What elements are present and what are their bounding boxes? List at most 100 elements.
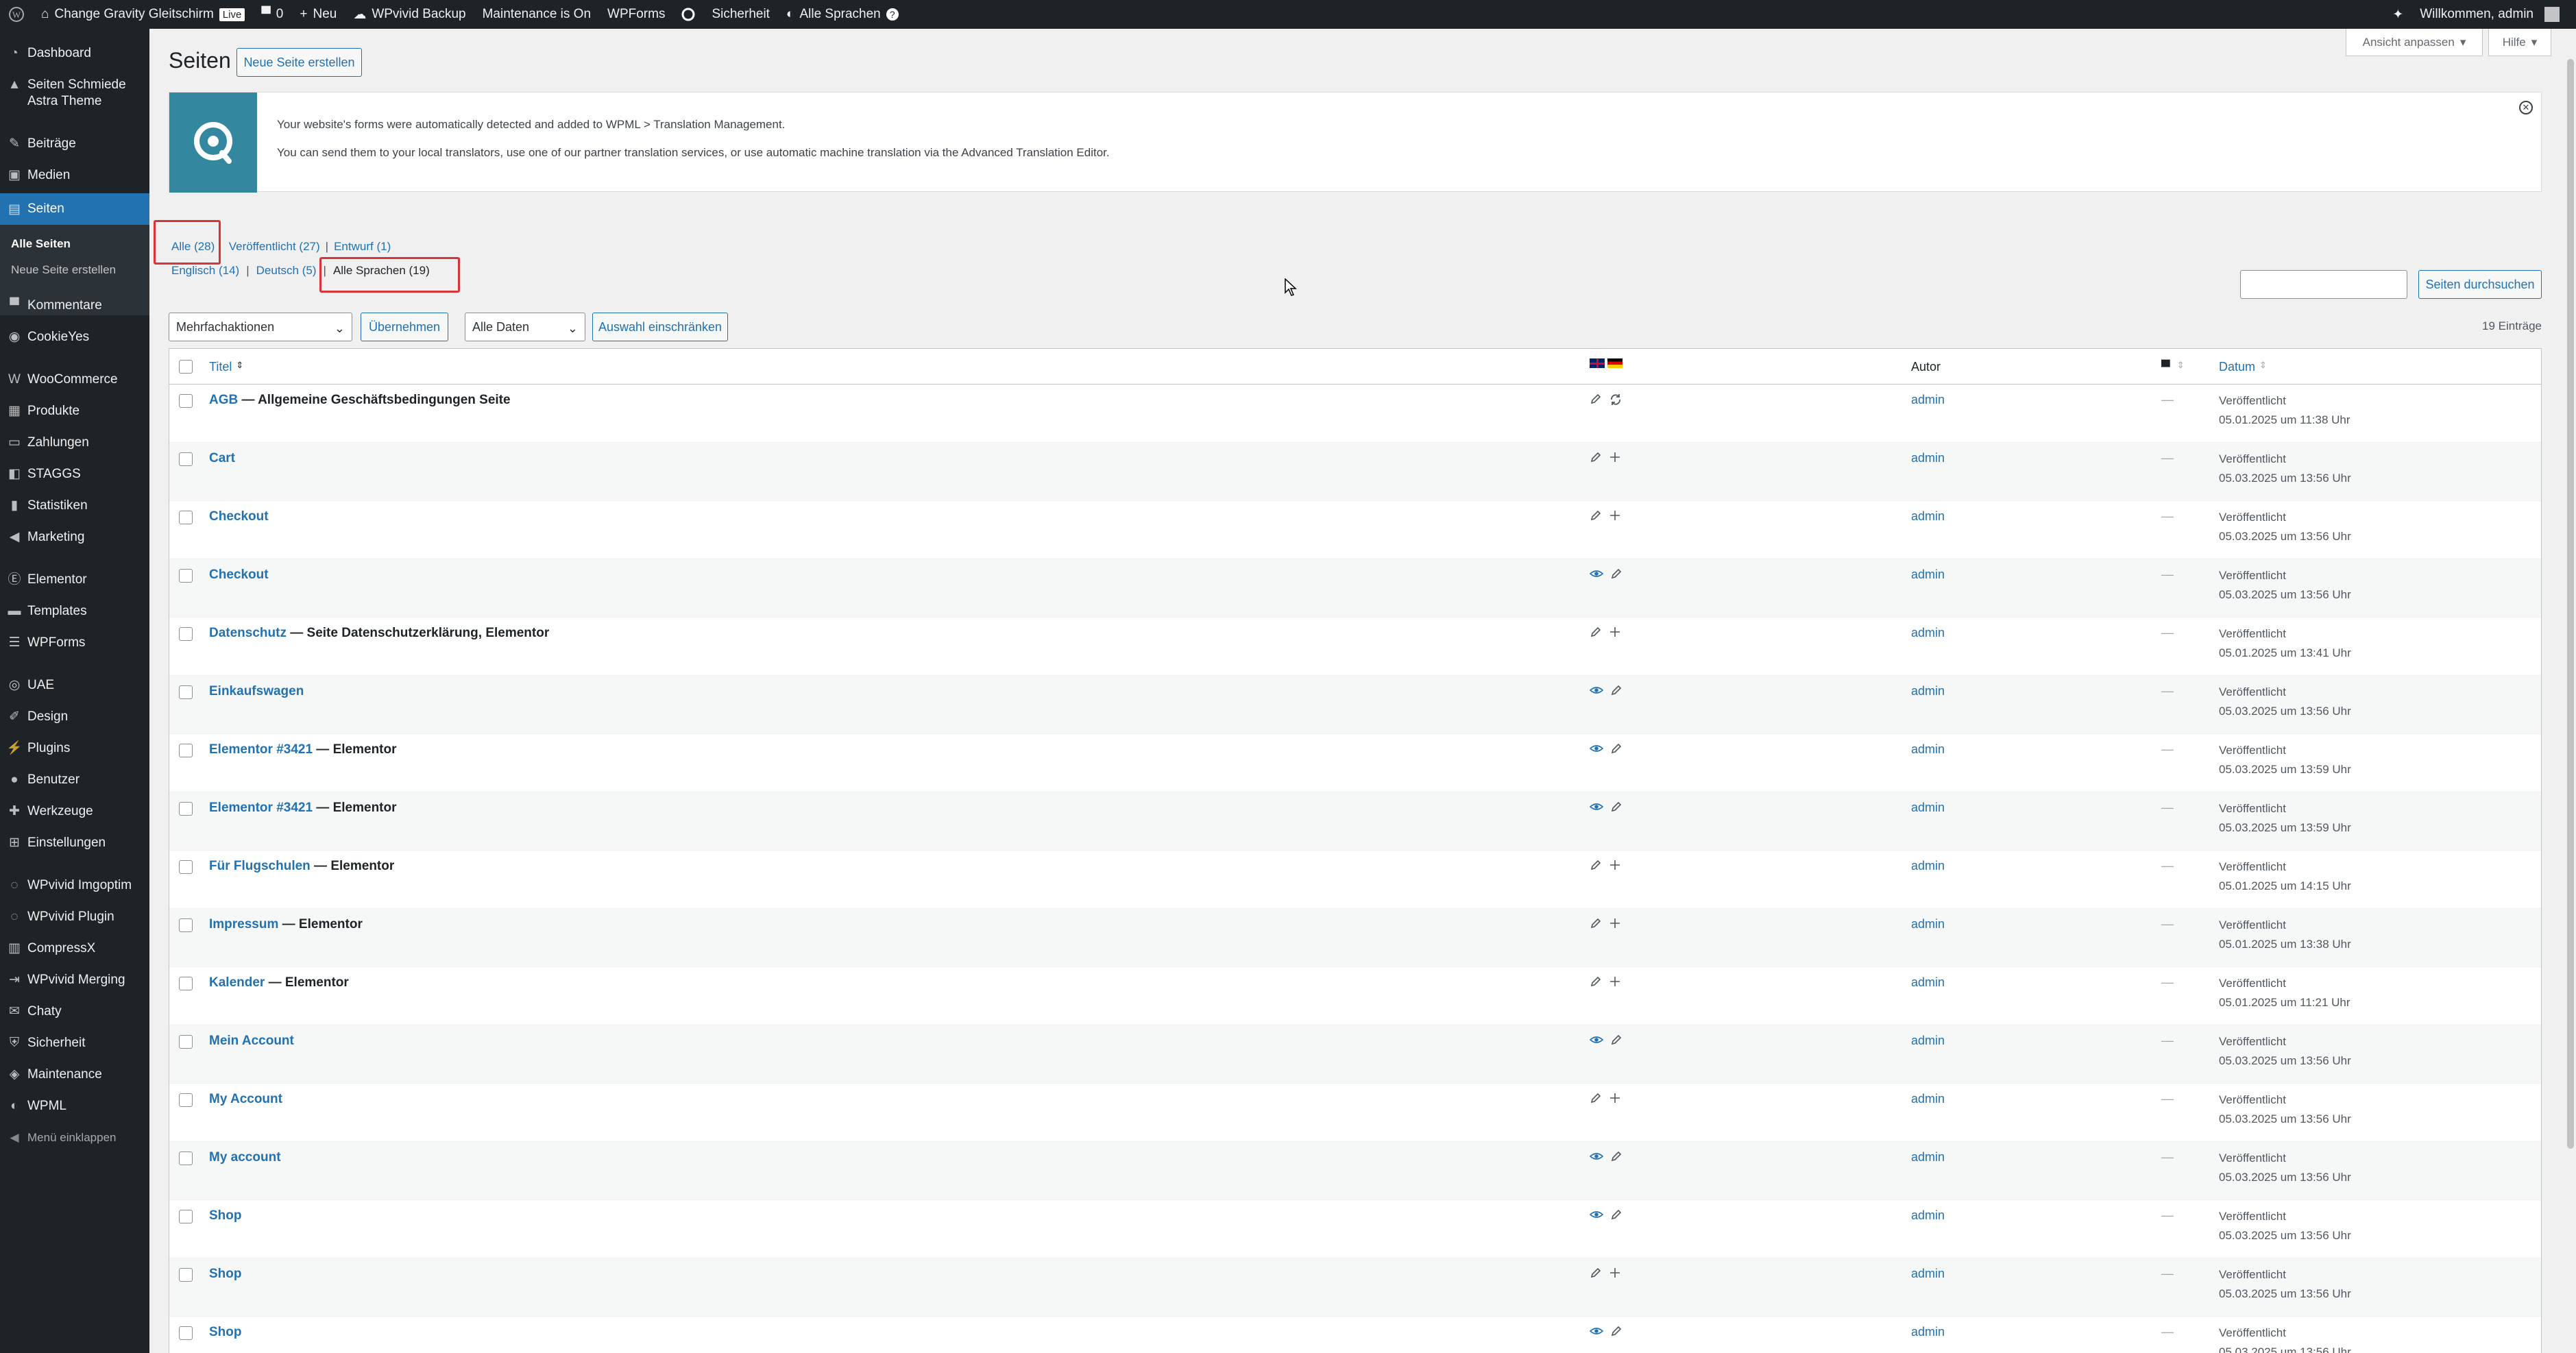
row-checkbox[interactable] xyxy=(179,569,193,583)
row-checkbox[interactable] xyxy=(179,977,193,990)
page-title-link[interactable]: My Account xyxy=(209,1092,282,1106)
page-title-link[interactable]: Einkaufswagen xyxy=(209,684,304,698)
author-link[interactable]: admin xyxy=(1911,1208,1945,1223)
eye-icon[interactable] xyxy=(1589,1325,1604,1341)
help-button[interactable]: Hilfe ▾ xyxy=(2488,29,2551,56)
row-checkbox[interactable] xyxy=(179,511,193,524)
pencil-icon[interactable] xyxy=(1610,742,1623,758)
sidebar-item-design[interactable]: ✐ Design xyxy=(0,709,149,725)
apply-bulk-button[interactable]: Übernehmen xyxy=(361,313,448,341)
sync-icon[interactable] xyxy=(1609,393,1623,410)
author-link[interactable]: admin xyxy=(1911,1325,1945,1339)
row-checkbox[interactable] xyxy=(179,860,193,874)
author-link[interactable]: admin xyxy=(1911,393,1945,407)
page-title-link[interactable]: Shop xyxy=(209,1325,242,1339)
plus-icon[interactable] xyxy=(1609,917,1621,933)
row-checkbox[interactable] xyxy=(179,685,193,699)
filter-german[interactable]: Deutsch (5) xyxy=(256,264,317,278)
plus-icon[interactable] xyxy=(1609,509,1621,525)
my-account-link[interactable]: Willkommen, admin xyxy=(2411,0,2568,29)
row-checkbox[interactable] xyxy=(179,1151,193,1165)
sidebar-item-dashboard[interactable]: ◔ Dashboard xyxy=(0,45,149,62)
sidebar-item-plugins[interactable]: ⚡ Plugins xyxy=(0,740,149,757)
search-input[interactable] xyxy=(2240,270,2407,299)
bulk-actions-select[interactable]: Mehrfachaktionen ⌄ xyxy=(169,313,352,341)
page-title-link[interactable]: Checkout xyxy=(209,568,269,582)
sidebar-item-security[interactable]: ⛨ Sicherheit xyxy=(0,1035,149,1051)
column-date-sort[interactable]: Datum ⇕ xyxy=(2219,360,2267,374)
wpforms-link[interactable]: WPForms xyxy=(599,0,673,29)
add-new-page-button[interactable]: Neue Seite erstellen xyxy=(236,48,362,77)
page-title-link[interactable]: Elementor #3421 xyxy=(209,742,313,757)
sidebar-item-wpml[interactable]: ◐ WPML xyxy=(0,1098,149,1114)
author-link[interactable]: admin xyxy=(1911,568,1945,582)
pencil-icon[interactable] xyxy=(1610,568,1623,583)
sidebar-item-settings[interactable]: ⊞ Einstellungen xyxy=(0,835,149,851)
pencil-icon[interactable] xyxy=(1590,1267,1602,1282)
wpvivid-backup-link[interactable]: ☁ WPvivid Backup xyxy=(345,0,474,29)
comments-link[interactable]: ▀ 0 xyxy=(253,0,291,29)
plus-icon[interactable] xyxy=(1609,859,1621,875)
scrollbar-thumb[interactable] xyxy=(2567,59,2574,1149)
wordpress-logo-icon[interactable]: W xyxy=(0,0,33,29)
page-title-link[interactable]: Elementor #3421 xyxy=(209,801,313,815)
row-checkbox[interactable] xyxy=(179,394,193,408)
page-title-link[interactable]: Datenschutz xyxy=(209,626,287,640)
author-link[interactable]: admin xyxy=(1911,1034,1945,1048)
wpml-logo-icon[interactable] xyxy=(673,0,703,29)
page-title-link[interactable]: AGB xyxy=(209,393,238,407)
author-link[interactable]: admin xyxy=(1911,626,1945,640)
page-title-link[interactable]: My account xyxy=(209,1150,281,1165)
sidebar-item-payments[interactable]: ▭ Zahlungen xyxy=(0,435,149,451)
eye-icon[interactable] xyxy=(1589,1034,1604,1049)
date-filter-select[interactable]: Alle Daten ⌄ xyxy=(465,313,585,341)
pencil-icon[interactable] xyxy=(1590,393,1602,410)
sidebar-item-pages[interactable]: ▤ Seiten xyxy=(0,193,149,225)
sidebar-item-uae[interactable]: ◎ UAE xyxy=(0,677,149,694)
sidebar-item-users[interactable]: ● Benutzer xyxy=(0,772,149,788)
plus-icon[interactable] xyxy=(1609,975,1621,991)
submenu-all-pages[interactable]: Alle Seiten xyxy=(0,237,82,251)
filter-button[interactable]: Auswahl einschränken xyxy=(592,313,728,341)
filter-english[interactable]: Englisch (14) xyxy=(171,264,239,278)
row-checkbox[interactable] xyxy=(179,1210,193,1223)
security-link[interactable]: Sicherheit xyxy=(703,0,778,29)
sidebar-item-wpforms[interactable]: ☰ WPForms xyxy=(0,635,149,651)
language-switcher[interactable]: ◐ Alle Sprachen ? xyxy=(778,0,907,29)
dismiss-notice-icon[interactable]: ✕ xyxy=(2519,101,2533,114)
sidebar-item-staggs[interactable]: ◧ STAGGS xyxy=(0,466,149,483)
pencil-icon[interactable] xyxy=(1590,1092,1602,1108)
page-title-link[interactable]: Für Flugschulen xyxy=(209,859,311,873)
page-title-link[interactable]: Impressum xyxy=(209,917,278,931)
row-checkbox[interactable] xyxy=(179,1268,193,1282)
pencil-icon[interactable] xyxy=(1590,975,1602,991)
pencil-icon[interactable] xyxy=(1590,626,1602,642)
eye-icon[interactable] xyxy=(1589,742,1604,758)
site-name-link[interactable]: ⌂ Change Gravity Gleitschirm Live xyxy=(33,0,253,29)
page-title-link[interactable]: Kalender xyxy=(209,975,265,990)
filter-draft[interactable]: Entwurf (1) xyxy=(334,240,391,254)
sidebar-item-tools[interactable]: ✚ Werkzeuge xyxy=(0,803,149,820)
author-link[interactable]: admin xyxy=(1911,801,1945,815)
pencil-icon[interactable] xyxy=(1610,1150,1623,1166)
filter-published[interactable]: Veröffentlicht (27) xyxy=(229,240,320,254)
scrollbar[interactable] xyxy=(2565,29,2576,1353)
author-link[interactable]: admin xyxy=(1911,684,1945,698)
page-title-link[interactable]: Checkout xyxy=(209,509,269,524)
author-link[interactable]: admin xyxy=(1911,975,1945,990)
pencil-icon[interactable] xyxy=(1610,801,1623,816)
pencil-icon[interactable] xyxy=(1590,859,1602,875)
row-checkbox[interactable] xyxy=(179,1093,193,1107)
sparkle-icon[interactable]: ✦ xyxy=(2384,0,2411,29)
sidebar-item-marketing[interactable]: ◀ Marketing xyxy=(0,529,149,546)
pencil-icon[interactable] xyxy=(1590,509,1602,525)
page-title-link[interactable]: Mein Account xyxy=(209,1034,294,1048)
select-all-checkbox[interactable] xyxy=(179,360,193,374)
sidebar-item-products[interactable]: ▦ Produkte xyxy=(0,403,149,419)
sidebar-item-maintenance[interactable]: ◈ Maintenance xyxy=(0,1066,149,1083)
row-checkbox[interactable] xyxy=(179,744,193,757)
row-checkbox[interactable] xyxy=(179,452,193,466)
plus-icon[interactable] xyxy=(1609,451,1621,467)
submenu-new-page[interactable]: Neue Seite erstellen xyxy=(0,263,127,277)
sidebar-item-chaty[interactable]: ✉ Chaty xyxy=(0,1003,149,1020)
